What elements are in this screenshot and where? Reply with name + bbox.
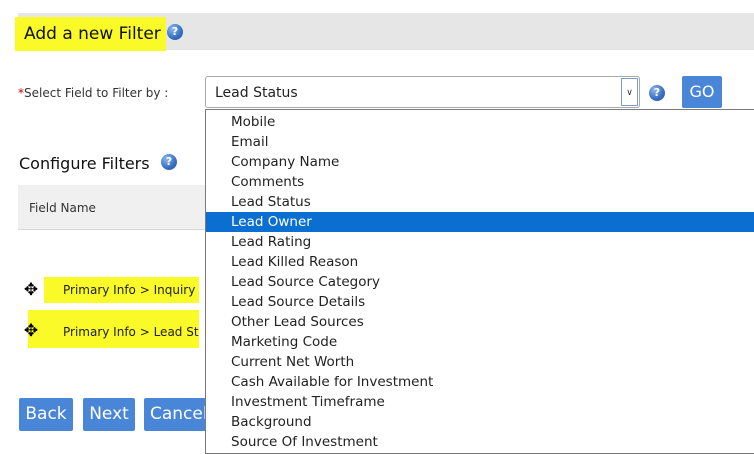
help-icon[interactable]: ? bbox=[649, 85, 665, 101]
dropdown-option[interactable]: Comments bbox=[206, 172, 754, 192]
filter-row-label: Primary Info > Inquiry D bbox=[63, 283, 199, 297]
cancel-button[interactable]: Cancel bbox=[144, 398, 206, 431]
dropdown-option[interactable]: Lead Source Category bbox=[206, 272, 754, 292]
dropdown-option[interactable]: Investment Timeframe bbox=[206, 392, 754, 412]
select-value: Lead Status bbox=[215, 85, 298, 101]
page-title: Add a new Filter bbox=[24, 24, 161, 44]
configure-filters-title: Configure Filters bbox=[19, 154, 150, 173]
dropdown-option[interactable]: Lead Source Details bbox=[206, 292, 754, 312]
select-field-label: *Select Field to Filter by : bbox=[18, 85, 168, 101]
dropdown-option[interactable]: Marketing Code bbox=[206, 332, 754, 352]
dropdown-option[interactable]: Current Net Worth bbox=[206, 352, 754, 372]
next-button[interactable]: Next bbox=[83, 398, 135, 431]
chevron-down-icon[interactable]: ∨ bbox=[621, 78, 638, 106]
go-button[interactable]: GO bbox=[682, 76, 722, 108]
select-field-label-text: Select Field to Filter by : bbox=[24, 86, 169, 100]
dropdown-option-highlighted[interactable]: Lead Owner bbox=[206, 212, 754, 232]
dropdown-option[interactable]: Other Lead Sources bbox=[206, 312, 754, 332]
help-icon[interactable]: ? bbox=[167, 24, 183, 40]
dropdown-option[interactable]: Mobile bbox=[206, 112, 754, 132]
dropdown-option[interactable]: Cash Available for Investment bbox=[206, 372, 754, 392]
dropdown-option[interactable]: Company Name bbox=[206, 152, 754, 172]
dropdown-option[interactable]: Email bbox=[206, 132, 754, 152]
back-button[interactable]: Back bbox=[19, 398, 73, 431]
dropdown-option[interactable]: Background bbox=[206, 412, 754, 432]
table-header: Field Name bbox=[18, 185, 208, 230]
help-icon[interactable]: ? bbox=[161, 154, 177, 170]
dropdown-option[interactable]: Lead Status bbox=[206, 192, 754, 212]
dropdown-option[interactable]: Source Of Investment bbox=[206, 432, 754, 452]
filter-field-select[interactable]: Lead Status ∨ bbox=[205, 76, 640, 108]
column-header-field-name: Field Name bbox=[29, 201, 96, 215]
filter-field-dropdown[interactable]: Mobile Email Company Name Comments Lead … bbox=[205, 109, 754, 454]
move-handle-icon[interactable]: ✥ bbox=[22, 281, 40, 299]
filter-row-label: Primary Info > Lead Stat bbox=[63, 325, 199, 339]
dropdown-option[interactable]: Lead Killed Reason bbox=[206, 252, 754, 272]
move-handle-icon[interactable]: ✥ bbox=[22, 322, 40, 340]
dropdown-option[interactable]: Lead Rating bbox=[206, 232, 754, 252]
